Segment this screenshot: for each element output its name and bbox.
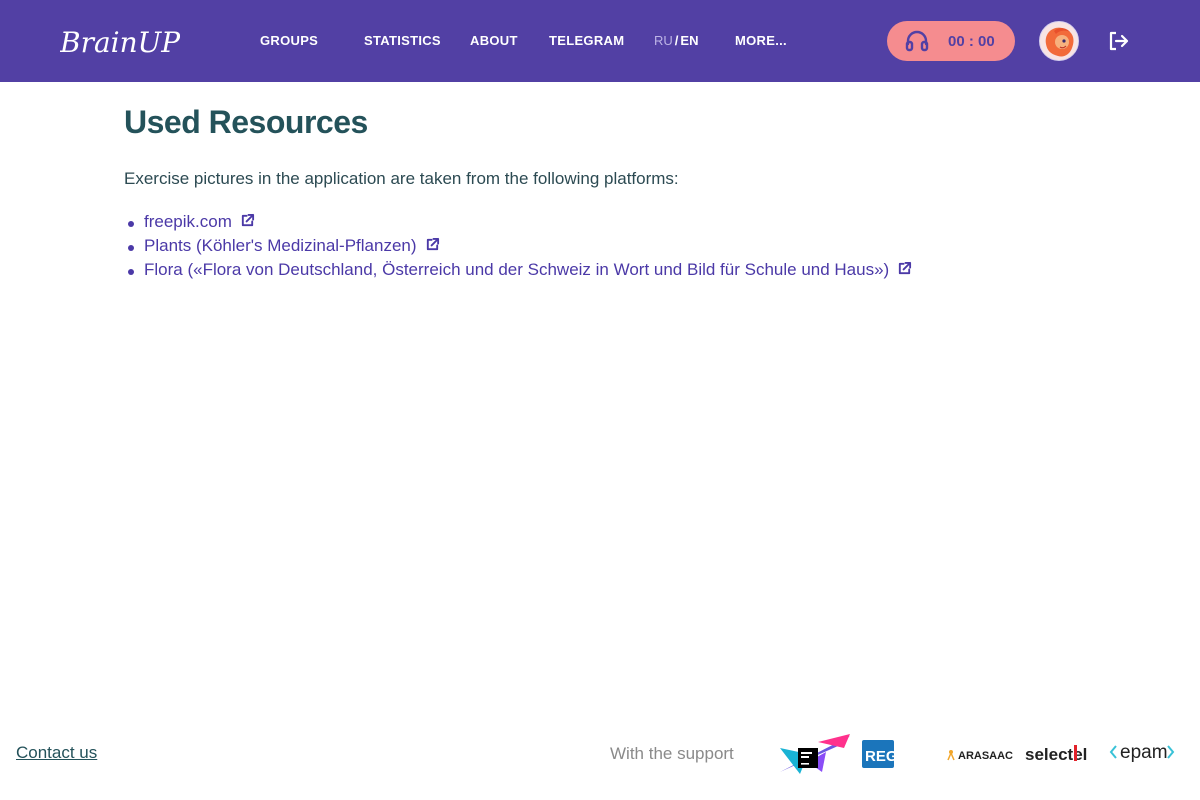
resource-link-plants[interactable]: Plants (Köhler's Medizinal-Pflanzen) [144, 236, 417, 255]
selectel-logo[interactable]: selectel [1024, 741, 1100, 767]
lang-separator: / [674, 33, 679, 48]
intro-text: Exercise pictures in the application are… [124, 169, 679, 188]
external-link-icon[interactable] [425, 237, 440, 252]
svg-text:selectel: selectel [1025, 745, 1087, 764]
nav-statistics[interactable]: STATISTICS [364, 33, 441, 48]
svg-text:BrainUP: BrainUP [60, 26, 180, 59]
epam-logo[interactable]: epam [1108, 740, 1178, 768]
top-navigation-bar: BrainUP GROUPS STATISTICS ABOUT TELEGRAM… [0, 0, 1200, 82]
resources-list: freepik.com Plants (Köhler's Medizinal-P… [124, 212, 912, 284]
list-item: Plants (Köhler's Medizinal-Pflanzen) [124, 236, 912, 260]
brainup-logo[interactable]: BrainUP [60, 22, 180, 62]
support-label: With the support [610, 744, 734, 763]
language-switcher: RU / EN [654, 33, 698, 48]
list-item: freepik.com [124, 212, 912, 236]
lang-ru[interactable]: RU [654, 33, 673, 48]
arasaac-logo[interactable]: ARASAAC [946, 744, 1016, 764]
regru-logo[interactable]: REG.RU [862, 739, 922, 769]
contact-us-link[interactable]: Contact us [16, 743, 97, 763]
page-title: Used Resources [124, 104, 368, 140]
avatar-image [1040, 22, 1078, 60]
lang-en[interactable]: EN [680, 33, 698, 48]
nav-telegram[interactable]: TELEGRAM [549, 33, 624, 48]
jetbrains-logo[interactable] [778, 732, 852, 776]
nav-more[interactable]: MORE... [735, 33, 787, 48]
svg-text:epam: epam [1120, 742, 1168, 763]
svg-text:ARASAAC: ARASAAC [958, 750, 1013, 762]
resource-link-freepik[interactable]: freepik.com [144, 212, 232, 231]
timer-button[interactable]: 00 : 00 [887, 21, 1015, 61]
list-item: Flora («Flora von Deutschland, Österreic… [124, 260, 912, 284]
external-link-icon[interactable] [240, 213, 255, 228]
headphones-icon [905, 30, 929, 52]
logout-icon[interactable] [1108, 31, 1130, 51]
user-avatar[interactable] [1039, 21, 1079, 61]
nav-about[interactable]: ABOUT [470, 33, 518, 48]
resource-link-flora[interactable]: Flora («Flora von Deutschland, Österreic… [144, 260, 889, 279]
external-link-icon[interactable] [897, 261, 912, 276]
nav-groups[interactable]: GROUPS [260, 33, 318, 48]
timer-value: 00 : 00 [948, 33, 995, 50]
svg-text:REG.RU: REG.RU [865, 748, 922, 765]
